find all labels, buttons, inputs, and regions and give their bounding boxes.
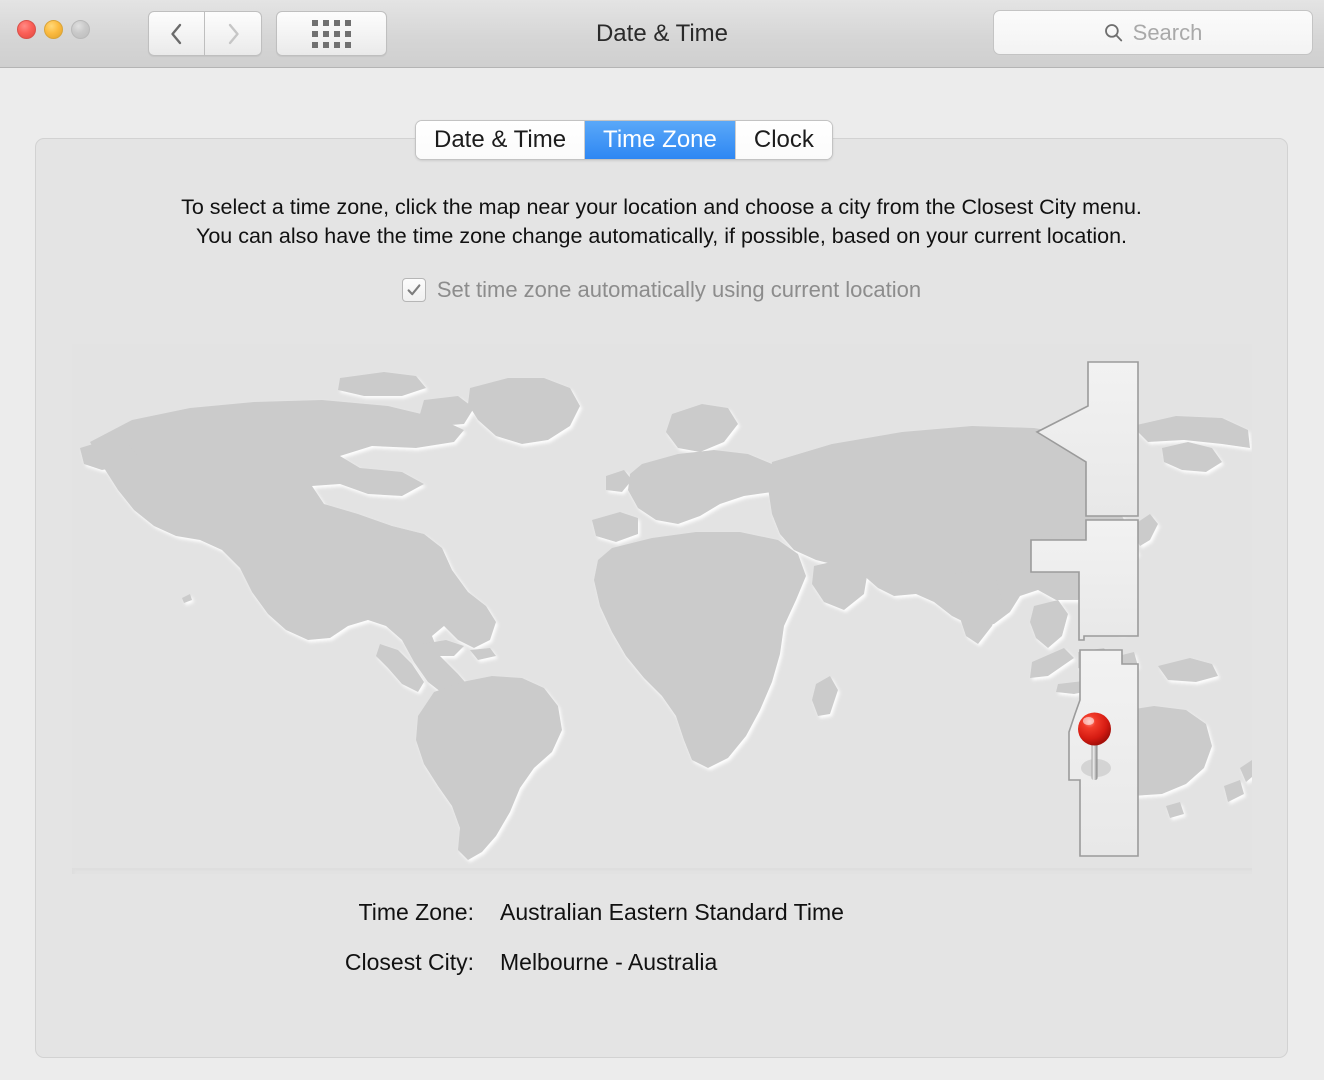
- landmass-antarctica: [72, 868, 1252, 874]
- time-zone-value: Australian Eastern Standard Time: [500, 899, 844, 925]
- closest-city-row: Closest City: Melbourne - Australia: [284, 949, 844, 976]
- forward-button[interactable]: [205, 11, 262, 56]
- show-all-button[interactable]: [276, 11, 387, 56]
- close-window-button[interactable]: [17, 20, 36, 39]
- world-map[interactable]: [72, 344, 1252, 874]
- zoom-window-button[interactable]: [71, 20, 90, 39]
- back-button[interactable]: [148, 11, 205, 56]
- search-field[interactable]: Search: [993, 10, 1313, 55]
- instructions-text: To select a time zone, click the map nea…: [36, 193, 1287, 251]
- time-zone-pane: To select a time zone, click the map nea…: [35, 138, 1288, 1058]
- tab-time-zone[interactable]: Time Zone: [585, 121, 736, 159]
- tab-clock[interactable]: Clock: [735, 121, 832, 159]
- timezone-details: Time Zone: Australian Eastern Standard T…: [284, 899, 844, 999]
- grid-icon: [312, 19, 351, 48]
- closest-city-value[interactable]: Melbourne - Australia: [500, 949, 717, 976]
- chevron-left-icon: [171, 23, 182, 44]
- time-zone-label: Time Zone:: [358, 899, 474, 925]
- navigation-buttons: [148, 11, 262, 56]
- traffic-lights: [17, 20, 90, 39]
- timezone-band-south: [1068, 649, 1139, 857]
- auto-timezone-label: Set time zone automatically using curren…: [436, 277, 922, 302]
- auto-timezone-row[interactable]: Set time zone automatically using curren…: [36, 277, 1287, 303]
- window-toolbar: Date & Time Search: [0, 0, 1324, 68]
- instructions-line-1: To select a time zone, click the map nea…: [181, 195, 1142, 219]
- minimize-window-button[interactable]: [44, 20, 63, 39]
- chevron-right-icon: [228, 23, 239, 44]
- closest-city-label: Closest City:: [344, 949, 474, 975]
- auto-timezone-checkbox[interactable]: [401, 278, 426, 302]
- checkmark-icon: [407, 284, 421, 296]
- instructions-line-2: You can also have the time zone change a…: [195, 224, 1128, 248]
- preference-tabs: Date & Time Time Zone Clock: [415, 120, 833, 160]
- search-placeholder: Search: [1132, 19, 1203, 45]
- time-zone-row: Time Zone: Australian Eastern Standard T…: [284, 899, 844, 926]
- tab-date-and-time[interactable]: Date & Time: [416, 121, 586, 159]
- search-icon: [1104, 24, 1122, 42]
